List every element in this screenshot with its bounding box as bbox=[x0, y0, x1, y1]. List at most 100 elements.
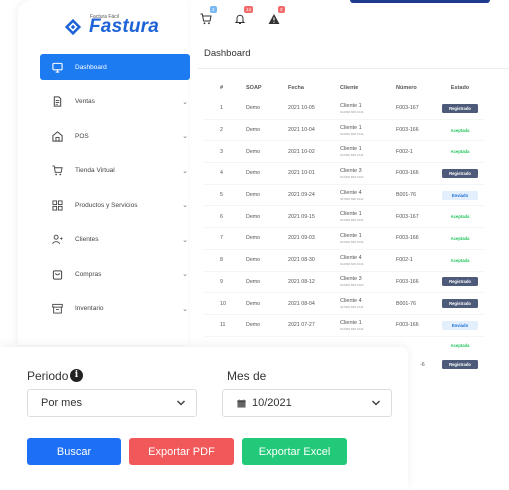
topbar: 2 14 2 bbox=[200, 6, 302, 30]
cliente-name: Cliente 1 bbox=[340, 146, 362, 153]
sidebar-item-pos[interactable]: POS ⌄ bbox=[40, 123, 190, 149]
notification-badge: 2 bbox=[210, 6, 217, 13]
col-header-soap[interactable]: SOAP bbox=[232, 85, 280, 91]
exportar-excel-button[interactable]: Exportar Excel bbox=[242, 438, 347, 465]
row-cliente: Cliente 1 912090 848 2344 bbox=[330, 125, 386, 136]
row-fecha: 2021 08-30 bbox=[288, 257, 315, 264]
table-row[interactable]: 5 Demo 2021 09-24 Cliente 4 427000 848 2344 B… bbox=[204, 185, 484, 207]
sidebar-item-compras[interactable]: Compras ⌄ bbox=[40, 261, 190, 287]
row-cliente: Cliente 3 912300 829 2322 bbox=[330, 276, 386, 287]
sidebar-item-label: Productos y Servicios bbox=[75, 201, 138, 209]
users-icon bbox=[52, 234, 63, 245]
row-index: 10 bbox=[220, 300, 226, 307]
table-header: # SOAP Fecha Cliente Número Estado bbox=[204, 78, 484, 98]
table-row[interactable]: 2 Demo 2021 10-04 Cliente 1 912090 848 2344 F… bbox=[204, 120, 484, 142]
status-badge: Enviado bbox=[442, 190, 478, 200]
table-row[interactable]: 10 Demo 2021 08-04 Cliente 4 427000 848 2344… bbox=[204, 293, 484, 315]
monitor-icon bbox=[52, 62, 63, 73]
table-row[interactable]: 3 Demo 2021 10-02 Cliente 1 912090 848 2344 F… bbox=[204, 141, 484, 164]
status-badge: Aceptada bbox=[442, 233, 478, 243]
status-badge: Aceptada bbox=[450, 343, 470, 349]
chevron-down-icon: ⌄ bbox=[182, 305, 188, 313]
table-row[interactable]: 6 Demo 2021 09-15 Cliente 1 912090 848 2344 F… bbox=[204, 206, 484, 229]
row-numero: B001-76 bbox=[396, 300, 417, 307]
row-soap: Demo bbox=[246, 192, 261, 199]
sidebar-item-label: POS bbox=[75, 132, 89, 140]
sidebar-item-label: Ventas bbox=[75, 98, 95, 105]
bell-icon[interactable]: 14 bbox=[234, 6, 254, 26]
row-cliente: Cliente 1 912090 848 2344 bbox=[330, 103, 386, 114]
row-numero: B001-76 bbox=[396, 192, 417, 199]
cliente-id: 427000 848 2344 bbox=[340, 196, 364, 201]
periodo-select-value: Por mes bbox=[41, 397, 82, 409]
mes-label: Mes de bbox=[227, 369, 267, 383]
exportar-pdf-button[interactable]: Exportar PDF bbox=[129, 438, 234, 465]
page-title: Dashboard bbox=[204, 48, 251, 59]
info-icon[interactable]: i bbox=[70, 369, 83, 382]
sidebar-item-dashboard[interactable]: Dashboard bbox=[40, 54, 190, 80]
cliente-id: 912090 848 2344 bbox=[340, 326, 364, 331]
col-header-number[interactable]: # bbox=[204, 85, 232, 91]
cliente-name: Cliente 1 bbox=[340, 102, 362, 109]
table-row[interactable]: 8 Demo 2021 08-30 Cliente 4 912090 848 2344 F… bbox=[204, 250, 484, 272]
brand-logo[interactable]: Factura Fácil Fastura bbox=[64, 14, 159, 38]
sidebar-item-ventas[interactable]: Ventas ⌄ bbox=[40, 89, 190, 115]
row-index: 3 bbox=[220, 148, 223, 155]
row-numero: F003-167 bbox=[396, 105, 419, 112]
col-header-cliente[interactable]: Cliente bbox=[330, 85, 386, 91]
topbar-accent-line bbox=[350, 0, 490, 3]
invoices-table: # SOAP Fecha Cliente Número Estado 1 Demo… bbox=[204, 78, 484, 375]
col-header-fecha[interactable]: Fecha bbox=[280, 85, 330, 91]
cliente-name: Cliente 4 bbox=[340, 298, 362, 305]
row-cliente: Cliente 4 427000 848 2344 bbox=[330, 298, 386, 309]
table-row[interactable]: 1 Demo 2021 10-05 Cliente 1 912090 848 2344 F… bbox=[204, 98, 484, 120]
sidebar-item-label: Tienda Virtual bbox=[75, 167, 115, 174]
chevron-down-icon bbox=[371, 400, 381, 406]
col-header-numero[interactable]: Número bbox=[386, 85, 436, 91]
brand-tagline: Factura Fácil bbox=[90, 14, 119, 20]
row-index: 5 bbox=[220, 192, 223, 199]
col-header-estado[interactable]: Estado bbox=[436, 85, 484, 91]
status-badge: Registrado bbox=[442, 277, 478, 287]
row-soap: Demo bbox=[246, 127, 261, 134]
cliente-name: Cliente 1 bbox=[340, 232, 362, 239]
cliente-name: Cliente 4 bbox=[340, 254, 362, 261]
cart-icon[interactable]: 2 bbox=[200, 6, 217, 26]
table-row[interactable]: 9 Demo 2021 08-12 Cliente 3 912300 829 2322 F… bbox=[204, 272, 484, 294]
sidebar-item-tienda-virtual[interactable]: Tienda Virtual ⌄ bbox=[40, 158, 190, 184]
periodo-select[interactable]: Por mes bbox=[27, 389, 197, 417]
sidebar-item-inventario[interactable]: Inventario ⌄ bbox=[40, 296, 190, 322]
mes-select[interactable]: 10/2021 bbox=[222, 389, 392, 417]
row-cliente: Cliente 4 912090 848 2344 bbox=[330, 255, 386, 266]
table-row[interactable]: 11 Demo 2021 07-27 Cliente 1 912090 848 2344… bbox=[204, 315, 484, 337]
cliente-id: 912090 848 2344 bbox=[340, 239, 364, 244]
row-index: 2 bbox=[220, 127, 223, 134]
sidebar-item-clientes[interactable]: Clientes ⌄ bbox=[40, 227, 190, 253]
cliente-id: 912090 848 2344 bbox=[340, 261, 364, 266]
cliente-id: 427000 848 2344 bbox=[340, 305, 364, 310]
warning-icon[interactable]: 2 bbox=[268, 6, 285, 26]
cliente-name: Cliente 3 bbox=[340, 276, 362, 283]
mes-select-value: 10/2021 bbox=[252, 397, 292, 409]
grid-icon bbox=[52, 199, 63, 211]
buscar-button[interactable]: Buscar bbox=[27, 438, 121, 465]
row-fecha: 2021 08-04 bbox=[288, 300, 315, 307]
table-row[interactable]: 7 Demo 2021 09-03 Cliente 1 912090 848 2344 F… bbox=[204, 228, 484, 250]
archive-icon bbox=[52, 303, 63, 314]
table-row[interactable]: 4 Demo 2021 10-01 Cliente 3 912300 829 2322 F… bbox=[204, 163, 484, 185]
sidebar-item-productos[interactable]: Productos y Servicios ⌄ bbox=[40, 192, 190, 218]
table-body: 1 Demo 2021 10-05 Cliente 1 912090 848 2344 F… bbox=[204, 98, 484, 337]
status-badge: Aceptada bbox=[442, 255, 478, 265]
row-fecha: 2021 10-02 bbox=[288, 148, 315, 155]
row-soap: Demo bbox=[246, 148, 261, 155]
row-numero: F003-166 bbox=[396, 127, 419, 134]
row-soap: Demo bbox=[246, 300, 261, 307]
row-fecha: 2021 10-01 bbox=[288, 170, 315, 177]
row-fecha: 2021 09-03 bbox=[288, 235, 315, 242]
cart-icon bbox=[52, 165, 63, 176]
row-cliente: Cliente 1 912090 848 2344 bbox=[330, 233, 386, 244]
chevron-down-icon bbox=[176, 400, 186, 406]
row-soap: Demo bbox=[246, 235, 261, 242]
row-fecha: 2021 09-24 bbox=[288, 192, 315, 199]
cliente-name: Cliente 1 bbox=[340, 124, 362, 131]
